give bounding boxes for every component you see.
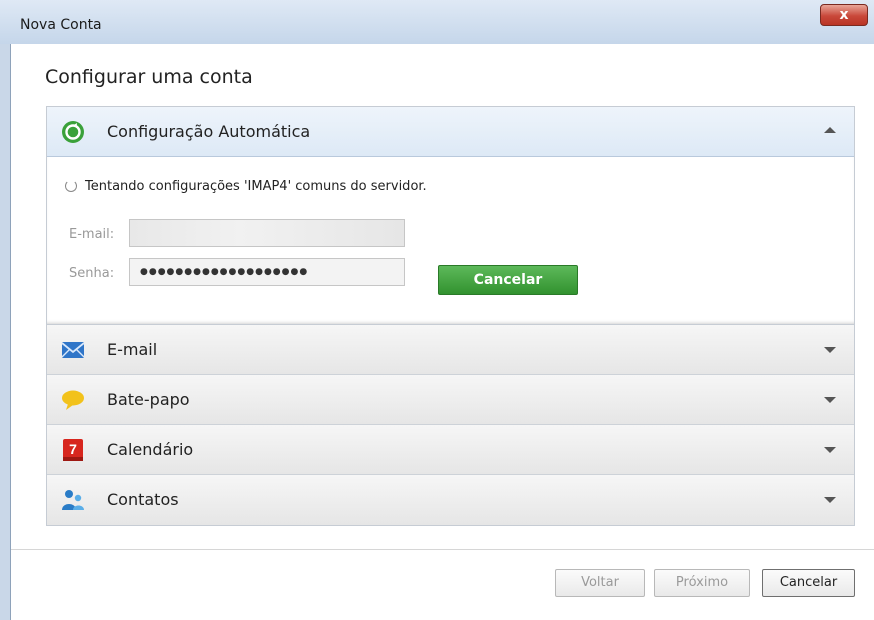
window-title: Nova Conta	[20, 17, 102, 33]
cancel-autoconfig-button[interactable]: Cancelar	[438, 265, 578, 295]
chevron-down-icon	[824, 397, 836, 403]
panel-calendar-header[interactable]: 7 Calendário	[47, 425, 854, 475]
dialog-content: Configurar uma conta Configuração Automá…	[10, 44, 874, 620]
email-label: E-mail:	[69, 227, 115, 242]
password-field[interactable]: ●●●●●●●●●●●●●●●●●●●	[129, 258, 405, 286]
panel-chat-header[interactable]: Bate-papo	[47, 375, 854, 425]
auto-config-icon	[62, 121, 84, 143]
chevron-down-icon	[824, 447, 836, 453]
chevron-down-icon	[824, 347, 836, 353]
email-field[interactable]	[129, 219, 405, 247]
back-button[interactable]: Voltar	[555, 569, 645, 597]
panel-chat-label: Bate-papo	[107, 390, 190, 409]
panel-contacts-label: Contatos	[107, 490, 179, 509]
close-button[interactable]: x	[820, 4, 868, 26]
cancel-button[interactable]: Cancelar	[762, 569, 855, 597]
spinner-icon	[65, 180, 77, 192]
panel-auto-config-label: Configuração Automática	[107, 122, 311, 141]
chat-bubble-icon	[62, 390, 84, 410]
panel-contacts-header[interactable]: Contatos	[47, 475, 854, 525]
page-title: Configurar uma conta	[45, 66, 253, 88]
chevron-down-icon	[824, 497, 836, 503]
calendar-icon: 7	[63, 439, 83, 461]
password-label: Senha:	[69, 266, 115, 281]
panel-auto-config-header[interactable]: Configuração Automática	[47, 107, 854, 157]
calendar-day: 7	[69, 441, 77, 457]
panel-email-header[interactable]: E-mail	[47, 325, 854, 375]
status-row: Tentando configurações 'IMAP4' comuns do…	[65, 179, 427, 194]
contacts-icon	[62, 490, 84, 510]
chevron-up-icon	[824, 127, 836, 133]
panel-calendar-label: Calendário	[107, 440, 194, 459]
new-account-window: Nova Conta x Configurar uma conta Config…	[0, 0, 874, 620]
next-button[interactable]: Próximo	[654, 569, 750, 597]
panel-email-label: E-mail	[107, 340, 158, 359]
title-bar[interactable]: Nova Conta x	[0, 0, 874, 44]
footer-divider	[11, 549, 874, 550]
panel-auto-config-body: Tentando configurações 'IMAP4' comuns do…	[47, 157, 854, 325]
account-type-accordion: Configuração Automática Tentando configu…	[46, 106, 855, 526]
status-text: Tentando configurações 'IMAP4' comuns do…	[85, 179, 427, 194]
envelope-icon	[61, 342, 85, 358]
close-icon: x	[839, 7, 849, 23]
